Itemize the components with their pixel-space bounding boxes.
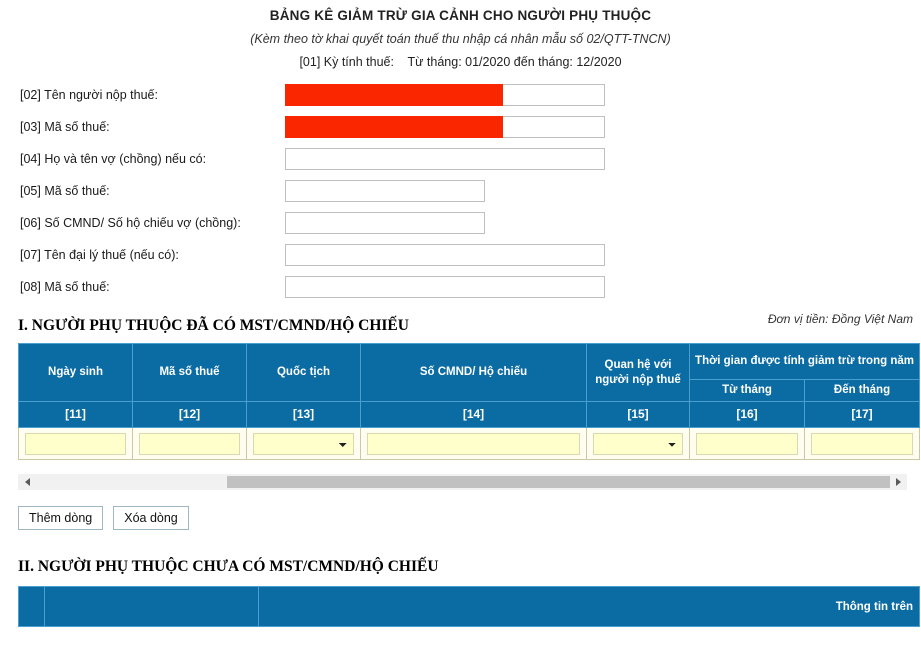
th-from-month: Từ tháng: [689, 379, 805, 402]
redacted-field-taxpayer-name: [285, 84, 605, 106]
cell-id-passport: [360, 427, 587, 460]
th-deduction-period: Thời gian được tính giảm trừ trong năm: [688, 343, 921, 380]
row-action-buttons: Thêm dòng Xóa dòng: [18, 506, 921, 530]
label-taxpayer-tin: [03] Mã số thuế:: [20, 120, 110, 134]
row-to-month-input[interactable]: [811, 432, 914, 455]
row-relationship-select[interactable]: [593, 432, 683, 455]
spouse-id-number-input[interactable]: [285, 212, 485, 234]
tax-agent-name-input[interactable]: [285, 244, 605, 266]
code-13: [13]: [246, 401, 361, 428]
row-nationality-select[interactable]: [253, 432, 354, 455]
row-id-passport-input[interactable]: [367, 432, 580, 455]
cell-to-month: [803, 427, 921, 460]
table-code-row: [11] [12] [13] [14] [15] [16] [17]: [18, 401, 921, 428]
section-2-table-wrap: Thông tin trên: [0, 586, 921, 627]
document-header: BẢNG KÊ GIẢM TRỪ GIA CẢNH CHO NGƯỜI PHỤ …: [0, 0, 921, 69]
label-spouse-id-number: [06] Số CMND/ Số hộ chiếu vợ (chồng):: [20, 216, 241, 230]
label-spouse-tin: [05] Mã số thuế:: [20, 184, 110, 198]
form-row-07: [07] Tên đại lý thuế (nếu có):: [0, 239, 921, 271]
label-taxpayer-name: [02] Tên người nộp thuế:: [20, 88, 158, 102]
redaction-bar-taxpayer-tin: [285, 116, 503, 138]
scroll-right-arrow-icon[interactable]: [890, 475, 906, 489]
code-14: [14]: [360, 401, 587, 428]
dependents-without-id-table: Thông tin trên: [18, 586, 920, 627]
table-row: [18, 427, 921, 460]
th-tin: Mã số thuế: [132, 343, 247, 402]
th-birth-date: Ngày sinh: [18, 343, 133, 402]
tax-period-label: [01] Kỳ tính thuế:: [299, 55, 394, 69]
label-spouse-name: [04] Họ và tên vợ (chồng) nếu có:: [20, 152, 207, 166]
spouse-name-input[interactable]: [285, 148, 605, 170]
form-row-06: [06] Số CMND/ Số hộ chiếu vợ (chồng):: [0, 207, 921, 239]
table2-header-row: Thông tin trên: [18, 586, 920, 627]
th-nationality: Quốc tịch: [246, 343, 361, 402]
dependents-with-id-table: Ngày sinh Mã số thuế Quốc tịch Số CMND/ …: [18, 343, 921, 460]
th2-info-on: Thông tin trên: [258, 586, 920, 627]
currency-unit-note: Đơn vị tiền: Đồng Việt Nam: [767, 312, 913, 326]
label-tax-agent-tin: [08] Mã số thuế:: [20, 280, 110, 294]
field-wrap-taxpayer-tin: [285, 116, 605, 138]
scroll-left-arrow-icon[interactable]: [19, 475, 35, 489]
code-12: [12]: [132, 401, 247, 428]
th-relationship: Quan hệ với người nộp thuế: [586, 343, 690, 402]
tax-period-row: [01] Kỳ tính thuế: Từ tháng: 01/2020 đến…: [0, 55, 921, 69]
form-row-05: [05] Mã số thuế:: [0, 175, 921, 207]
row-birth-date-input[interactable]: [25, 432, 126, 455]
cell-nationality: [246, 427, 361, 460]
row-from-month-input[interactable]: [696, 432, 798, 455]
redacted-field-taxpayer-tin: [285, 116, 605, 138]
page-title: BẢNG KÊ GIẢM TRỪ GIA CẢNH CHO NGƯỜI PHỤ …: [269, 8, 652, 23]
section-2-heading: II. NGƯỜI PHỤ THUỘC CHƯA CÓ MST/CMND/HỘ …: [18, 558, 439, 575]
code-11: [11]: [18, 401, 133, 428]
field-wrap-tax-agent-tin: [285, 276, 605, 298]
table-header-row-1: Ngày sinh Mã số thuế Quốc tịch Số CMND/ …: [18, 343, 921, 402]
cell-relationship: [586, 427, 690, 460]
cell-birth-date: [18, 427, 133, 460]
code-15: [15]: [586, 401, 690, 428]
th2-index: [18, 586, 45, 627]
form-row-03: [03] Mã số thuế:: [0, 111, 921, 143]
field-wrap-tax-agent-name: [285, 244, 605, 266]
th2-name: [44, 586, 259, 627]
cell-from-month: [689, 427, 805, 460]
tax-agent-tin-input[interactable]: [285, 276, 605, 298]
redaction-bar-taxpayer-name: [285, 84, 503, 106]
tax-declaration-page: BẢNG KÊ GIẢM TRỪ GIA CẢNH CHO NGƯỜI PHỤ …: [0, 0, 921, 662]
form-row-02: [02] Tên người nộp thuế:: [0, 79, 921, 111]
field-wrap-spouse-id-number: [285, 212, 485, 234]
field-wrap-spouse-name: [285, 148, 605, 170]
code-16: [16]: [689, 401, 805, 428]
row-tin-input[interactable]: [139, 432, 240, 455]
code-17: [17]: [803, 401, 921, 428]
field-wrap-taxpayer-name: [285, 84, 605, 106]
tax-period-value: Từ tháng: 01/2020 đến tháng: 12/2020: [407, 55, 622, 69]
label-tax-agent-name: [07] Tên đại lý thuế (nếu có):: [20, 248, 179, 262]
spouse-tin-input[interactable]: [285, 180, 485, 202]
cell-tin: [132, 427, 247, 460]
form-row-04: [04] Họ và tên vợ (chồng) nếu có:: [0, 143, 921, 175]
th-id-passport: Số CMND/ Hộ chiếu: [360, 343, 587, 402]
field-wrap-spouse-tin: [285, 180, 485, 202]
document-subtitle: (Kèm theo tờ khai quyết toán thuế thu nh…: [250, 32, 671, 46]
section-1-table-wrap: Ngày sinh Mã số thuế Quốc tịch Số CMND/ …: [0, 343, 921, 460]
form-row-08: [08] Mã số thuế:: [0, 271, 921, 303]
taxpayer-form: [02] Tên người nộp thuế: [03] Mã số thuế…: [0, 79, 921, 303]
th-to-month: Đến tháng: [803, 379, 921, 402]
scrollbar-thumb[interactable]: [227, 476, 897, 488]
delete-row-button[interactable]: Xóa dòng: [113, 506, 189, 530]
add-row-button[interactable]: Thêm dòng: [18, 506, 104, 530]
table-horizontal-scrollbar[interactable]: [18, 474, 907, 490]
